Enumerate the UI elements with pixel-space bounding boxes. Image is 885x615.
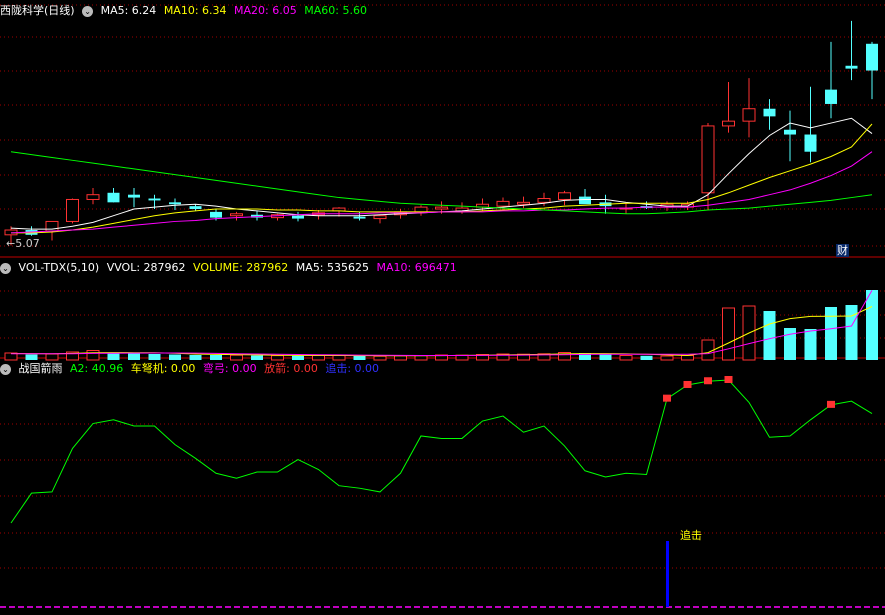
candle-body-up xyxy=(722,120,735,127)
volume-bar-down xyxy=(251,355,263,360)
zhuiji-value: 追击: 0.00 xyxy=(325,362,380,375)
volume-bar-down xyxy=(189,355,202,360)
ma60-value: MA60: 5.60 xyxy=(304,4,367,17)
candle-body-down xyxy=(169,202,181,205)
candle-body-down xyxy=(148,198,161,201)
candle-body-up xyxy=(558,192,571,200)
volume-bar-up xyxy=(619,355,633,361)
ma5-value: MA5: 6.24 xyxy=(100,4,157,17)
a2-value: A2: 40.96 xyxy=(70,362,124,375)
volume-bar-down xyxy=(25,354,38,360)
volume-bar-up xyxy=(681,355,694,361)
candle-body-down xyxy=(825,89,837,104)
volume-bar-up xyxy=(230,354,243,361)
zhuiji-signal-label: 追击 xyxy=(680,529,702,542)
candle-body-down xyxy=(784,129,796,135)
volume-bar-down xyxy=(128,353,140,360)
price-moving-averages xyxy=(10,117,873,234)
volume-bar-down xyxy=(292,355,304,360)
low-price-value: 5.07 xyxy=(15,237,40,250)
volume-bar-down xyxy=(169,354,181,360)
fangjian-marker xyxy=(724,376,733,383)
volume-bar-up xyxy=(373,355,387,361)
candle-body-down xyxy=(189,206,202,210)
ma20-value: MA20: 6.05 xyxy=(234,4,297,17)
chenuji-value: 车弩机: 0.00 xyxy=(130,362,196,375)
ma10-value: MA10: 6.34 xyxy=(163,4,227,17)
zhuiji-signal-bar xyxy=(666,541,669,607)
candle-body-up xyxy=(66,198,79,222)
price-ma20-line xyxy=(10,151,873,234)
volume-bar-down xyxy=(825,307,837,360)
chevron-down-icon[interactable]: ⌄ xyxy=(82,5,94,17)
volume-bar-down xyxy=(640,355,653,360)
signal-panel-header: ⌄ 战国箭雨 A2: 40.96 车弩机: 0.00 弯弓: 0.00 放箭: … xyxy=(0,361,383,377)
volume-value: VOLUME: 287962 xyxy=(193,261,289,274)
volume-bar-down xyxy=(599,354,612,360)
volume-bar-up xyxy=(312,355,325,361)
volume-bar-down xyxy=(866,290,878,360)
chart-canvas xyxy=(0,4,885,608)
candle-body-up xyxy=(517,201,530,205)
volume-bar-down xyxy=(353,356,366,360)
candle-body-up xyxy=(742,108,756,122)
volume-bar-up xyxy=(45,353,59,361)
grid-lines xyxy=(0,4,885,569)
vol-ma10-value: MA10: 696471 xyxy=(376,261,457,274)
candle-body-down xyxy=(763,108,776,117)
volume-bar-down xyxy=(845,305,858,360)
low-price-marker: ←5.07 xyxy=(6,237,40,250)
candle-body-up xyxy=(86,194,100,200)
volume-bar-down xyxy=(210,355,222,360)
candle-body-up xyxy=(701,125,715,194)
candle-body-down xyxy=(579,196,591,205)
vvol-value: VVOL: 287962 xyxy=(106,261,186,274)
fangjian-marker xyxy=(683,380,692,388)
fangjian-marker xyxy=(663,394,671,402)
financial-badge[interactable]: 财 xyxy=(836,244,849,257)
candle-body-down xyxy=(866,43,878,71)
candle-body-up xyxy=(537,198,551,203)
candle-body-up xyxy=(496,200,510,207)
candle-body-up xyxy=(435,206,448,210)
vol-indicator-name: VOL-TDX(5,10) xyxy=(18,261,100,274)
volume-bar-down xyxy=(107,353,120,360)
wangong-value: 弯弓: 0.00 xyxy=(202,362,257,375)
candle-body-down xyxy=(292,215,304,219)
candle-body-down xyxy=(845,65,858,69)
volume-bars xyxy=(4,290,878,361)
volume-panel-header: ⌄ VOL-TDX(5,10) VVOL: 287962 VOLUME: 287… xyxy=(0,260,461,276)
stock-title: 西陇科学(日线) xyxy=(0,4,75,17)
price-panel-header: 西陇科学(日线) ⌄ MA5: 6.24 MA10: 6.34 MA20: 6.… xyxy=(0,3,371,19)
candle-body-up xyxy=(373,215,387,220)
candle-body-up xyxy=(230,213,243,217)
volume-bar-up xyxy=(660,355,674,361)
vol-ma5-value: MA5: 535625 xyxy=(295,261,370,274)
volume-bar-up xyxy=(271,355,284,361)
fangjian-marker xyxy=(827,400,835,408)
signal-indicator-name: 战国箭雨 xyxy=(18,362,63,375)
volume-bar-up xyxy=(394,355,407,361)
volume-bar-down xyxy=(784,328,796,360)
volume-bar-down xyxy=(763,311,776,360)
chevron-down-icon[interactable]: ⌄ xyxy=(0,363,11,375)
volume-bar-up xyxy=(722,307,735,361)
volume-bar-up xyxy=(701,339,715,361)
volume-bar-down xyxy=(804,329,817,360)
candle-body-down xyxy=(210,211,222,218)
chevron-down-icon[interactable]: ⌄ xyxy=(0,262,11,274)
volume-bar-down xyxy=(148,354,161,360)
volume-bar-up xyxy=(86,350,100,361)
candle-body-down xyxy=(107,192,120,203)
candle-body-down xyxy=(353,216,366,219)
candle-body-up xyxy=(414,206,428,213)
signal-indicator xyxy=(0,376,885,608)
a2-line xyxy=(10,379,873,524)
fangjian-value: 放箭: 0.00 xyxy=(264,362,318,375)
candle-body-down xyxy=(128,194,140,198)
fangjian-marker xyxy=(704,377,712,385)
candle-body-down xyxy=(804,134,817,152)
